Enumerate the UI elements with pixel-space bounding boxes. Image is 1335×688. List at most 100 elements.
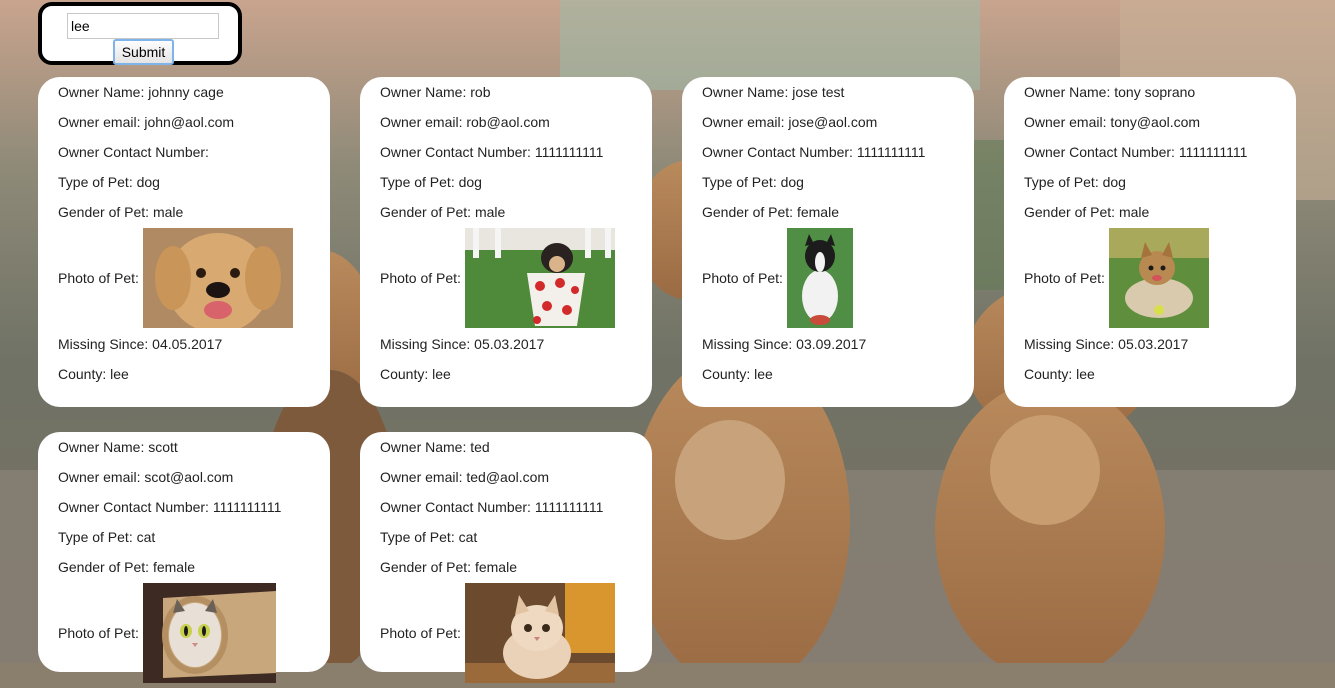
county-label: County: [1024,366,1073,382]
owner-contact-value: 1111111111 [1178,144,1248,160]
owner-name-value: ted [470,439,490,455]
pet-type-row: Type of Pet: dog [380,171,652,201]
pet-gender-value: female [796,204,839,220]
pet-type-value: cat [136,529,156,545]
owner-name-value: scott [148,439,178,455]
fluffy-kitten-photo [464,583,615,683]
pet-gender-value: female [474,559,517,575]
pet-card: Owner Name: jose test Owner email: jose@… [682,77,974,407]
owner-email-value: john@aol.com [144,114,235,130]
owner-name-row: Owner Name: rob [380,81,652,111]
pet-type-value: dog [1102,174,1126,190]
owner-name-row: Owner Name: jose test [702,81,974,111]
owner-contact-label: Owner Contact Number: [58,144,209,160]
owner-name-row: Owner Name: scott [58,436,330,466]
owner-email-label: Owner email: [1024,114,1107,130]
photo-row: Photo of Pet: [58,223,330,333]
owner-name-row: Owner Name: tony soprano [1024,81,1296,111]
submit-button[interactable]: Submit [113,39,174,65]
owner-name-label: Owner Name: [380,439,467,455]
pet-card: Owner Name: tony soprano Owner email: to… [1004,77,1296,407]
county-row: County: lee [58,363,330,393]
yorkshire-terrier-photo [1108,228,1209,328]
owner-contact-label: Owner Contact Number: [1024,144,1175,160]
photo-row: Photo of Pet: [380,578,652,688]
owner-contact-row: Owner Contact Number: 1111111111 [380,496,652,526]
owner-name-row: Owner Name: ted [380,436,652,466]
golden-retriever-photo [142,228,293,328]
photo-label: Photo of Pet: [58,270,139,286]
border-collie-photo [786,228,853,328]
missing-since-row: Missing Since: 04.05.2017 [58,333,330,363]
pet-type-value: cat [458,529,478,545]
photo-label: Photo of Pet: [58,625,139,641]
missing-since-label: Missing Since: [380,336,471,352]
pet-type-row: Type of Pet: cat [58,526,330,556]
pet-gender-label: Gender of Pet: [58,204,150,220]
pet-card: Owner Name: rob Owner email: rob@aol.com… [360,77,652,407]
owner-name-label: Owner Name: [58,84,145,100]
pet-type-label: Type of Pet: [380,529,455,545]
owner-email-row: Owner email: jose@aol.com [702,111,974,141]
puppy-in-teacup-photo [464,228,615,328]
owner-email-row: Owner email: ted@aol.com [380,466,652,496]
county-label: County: [380,366,429,382]
pet-type-value: dog [780,174,804,190]
pet-gender-value: male [1118,204,1150,220]
pet-gender-label: Gender of Pet: [380,559,472,575]
pet-card: Owner Name: ted Owner email: ted@aol.com… [360,432,652,683]
owner-name-value: jose test [792,84,845,100]
owner-email-label: Owner email: [58,469,141,485]
owner-email-label: Owner email: [380,469,463,485]
pet-type-label: Type of Pet: [380,174,455,190]
pet-type-label: Type of Pet: [702,174,777,190]
owner-name-label: Owner Name: [1024,84,1111,100]
county-row: County: lee [1024,363,1296,393]
pet-gender-label: Gender of Pet: [380,204,472,220]
county-search-input[interactable] [67,13,219,39]
pet-gender-label: Gender of Pet: [1024,204,1116,220]
owner-email-value: jose@aol.com [788,114,878,130]
missing-since-value: 05.03.2017 [474,336,545,352]
county-label: County: [702,366,751,382]
missing-since-value: 03.09.2017 [796,336,867,352]
owner-name-label: Owner Name: [702,84,789,100]
owner-email-label: Owner email: [702,114,785,130]
pet-gender-value: female [152,559,195,575]
missing-since-row: Missing Since: 03.09.2017 [702,333,974,363]
missing-since-label: Missing Since: [1024,336,1115,352]
owner-email-value: rob@aol.com [466,114,550,130]
pet-gender-value: male [474,204,506,220]
photo-row: Photo of Pet: [380,223,652,333]
owner-name-value: rob [470,84,491,100]
owner-contact-row: Owner Contact Number: 1111111111 [702,141,974,171]
owner-contact-value: 1111111111 [534,144,604,160]
pet-gender-label: Gender of Pet: [702,204,794,220]
owner-email-label: Owner email: [58,114,141,130]
owner-contact-label: Owner Contact Number: [380,499,531,515]
owner-email-row: Owner email: scot@aol.com [58,466,330,496]
owner-contact-label: Owner Contact Number: [702,144,853,160]
pet-type-label: Type of Pet: [58,174,133,190]
pet-type-row: Type of Pet: dog [58,171,330,201]
pet-card: Owner Name: scott Owner email: scot@aol.… [38,432,330,683]
owner-name-row: Owner Name: johnny cage [58,81,330,111]
missing-since-label: Missing Since: [702,336,793,352]
photo-row: Photo of Pet: [58,578,330,688]
pet-gender-label: Gender of Pet: [58,559,150,575]
pet-type-label: Type of Pet: [1024,174,1099,190]
owner-email-value: tony@aol.com [1110,114,1201,130]
photo-label: Photo of Pet: [380,625,461,641]
pet-type-value: dog [458,174,482,190]
owner-name-value: johnny cage [148,84,224,100]
owner-contact-value: 1111111111 [212,499,282,515]
owner-contact-label: Owner Contact Number: [380,144,531,160]
county-value: lee [1076,366,1095,382]
pet-type-row: Type of Pet: dog [702,171,974,201]
pet-type-value: dog [136,174,160,190]
photo-label: Photo of Pet: [380,270,461,286]
owner-email-value: ted@aol.com [466,469,550,485]
owner-contact-row: Owner Contact Number: 1111111111 [58,496,330,526]
owner-contact-label: Owner Contact Number: [58,499,209,515]
photo-row: Photo of Pet: [1024,223,1296,333]
